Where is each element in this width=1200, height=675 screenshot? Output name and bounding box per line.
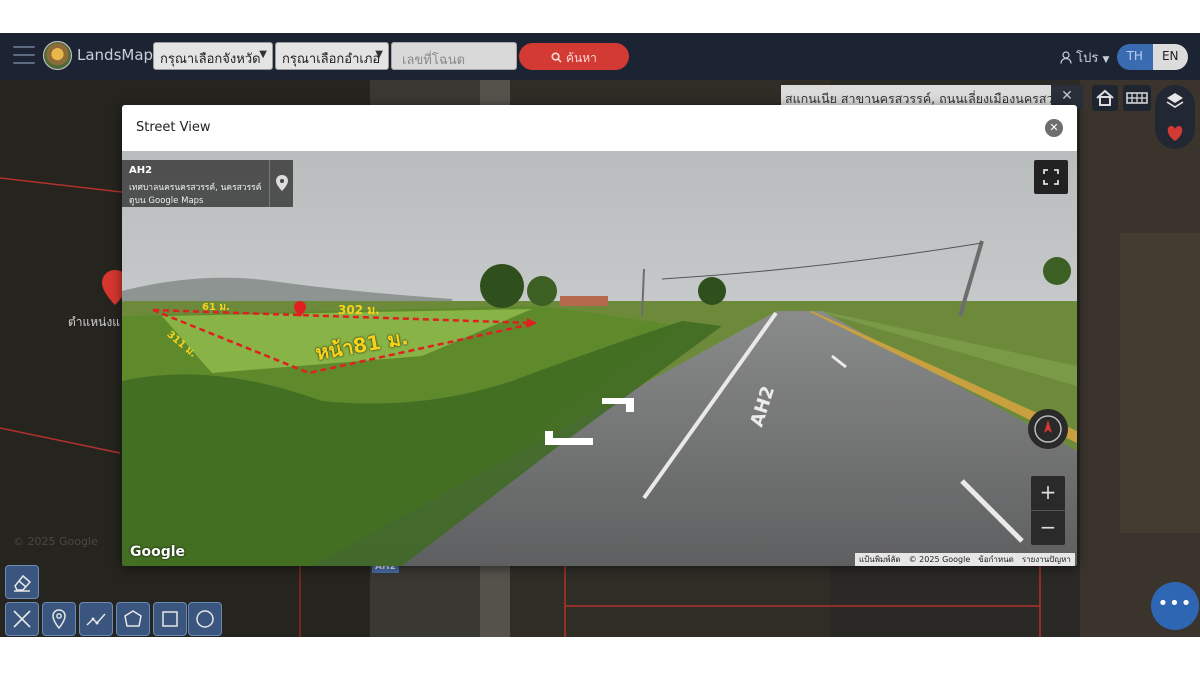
- location-pin-icon: [52, 609, 66, 630]
- eraser-tool-button[interactable]: [5, 565, 39, 599]
- landsmaps-app: ตำแหน่งแ AH2 © 2025 Google LandsMaps กรุ…: [0, 33, 1200, 637]
- terms-link[interactable]: ข้อกำหนด: [974, 553, 1018, 566]
- modal-close-button[interactable]: ✕: [1045, 119, 1063, 137]
- compass-icon: [1034, 415, 1062, 443]
- right-map-panel: [1155, 85, 1195, 149]
- layers-icon[interactable]: [1155, 87, 1195, 117]
- district-select[interactable]: กรุณาเลือกอำเภอ ▼: [275, 42, 389, 70]
- modal-title: Street View: [136, 120, 211, 135]
- measure-tool-button[interactable]: [5, 602, 39, 636]
- info-place-name: เทศบาลนครนครสวรรค์, นครสวรรค์: [129, 183, 262, 193]
- fullscreen-icon: [1043, 169, 1059, 185]
- keyboard-shortcuts-link[interactable]: แป้นพิมพ์ลัด: [855, 553, 905, 566]
- search-button-label: ค้นหา: [565, 51, 597, 65]
- language-toggle: TH EN: [1117, 44, 1188, 70]
- close-icon: ✕: [1049, 121, 1059, 134]
- zoom-in-button[interactable]: +: [1031, 476, 1065, 510]
- home-icon: [1096, 89, 1114, 106]
- rectangle-tool-button[interactable]: [153, 602, 187, 636]
- search-button[interactable]: ค้นหา: [519, 43, 629, 70]
- user-icon: [1060, 51, 1072, 64]
- copyright-text: © 2025 Google: [908, 555, 971, 564]
- grid-icon: [1126, 92, 1148, 104]
- eraser-icon: [14, 574, 32, 592]
- grid-button[interactable]: [1123, 85, 1151, 111]
- circle-tool-button[interactable]: [188, 602, 222, 636]
- map-faint-copyright: © 2025 Google: [13, 535, 98, 548]
- compass-button[interactable]: [1028, 409, 1068, 449]
- rectangle-icon: [162, 611, 178, 627]
- deed-number-input[interactable]: เลขที่โฉนด: [391, 42, 517, 70]
- search-icon: [551, 52, 562, 63]
- location-pin-icon: [276, 175, 288, 191]
- province-select-value: กรุณาเลือกจังหวัด: [160, 52, 261, 67]
- chevron-down-icon: ▼: [259, 49, 267, 60]
- polygon-tool-button[interactable]: [116, 602, 150, 636]
- circle-icon: [196, 610, 214, 628]
- attribution-bar: แป้นพิมพ์ลัด © 2025 Google ข้อกำหนด รายง…: [855, 553, 1075, 566]
- street-view-panorama[interactable]: หน้า81 ม. 61 ม. 302 ม. 311 ม. AH2 AH2 เท…: [122, 151, 1077, 566]
- zoom-controls: + −: [1031, 476, 1065, 545]
- overlay-top-left-length: 61 ม.: [202, 302, 230, 313]
- home-button[interactable]: [1092, 85, 1118, 111]
- polyline-tool-button[interactable]: [79, 602, 113, 636]
- brand-name: LandsMaps: [77, 46, 161, 64]
- more-options-button[interactable]: •••: [1151, 582, 1199, 630]
- ruler-pencil-icon: [13, 610, 31, 628]
- google-maps-link[interactable]: ดูบน Google Maps: [129, 193, 203, 207]
- user-menu[interactable]: โปร ▼: [1060, 47, 1109, 68]
- menu-icon[interactable]: [13, 46, 35, 66]
- street-view-modal: Street View ✕ หน้า81 ม. 61 ม. 302 ม. 311…: [122, 105, 1077, 566]
- chevron-down-icon: ▼: [375, 49, 383, 60]
- google-logo: Google: [130, 544, 186, 560]
- polygon-icon: [124, 610, 142, 627]
- lang-en-button[interactable]: EN: [1152, 44, 1188, 70]
- street-view-image[interactable]: [122, 151, 1077, 566]
- top-navbar: LandsMaps กรุณาเลือกจังหวัด ▼ กรุณาเลือก…: [0, 33, 1200, 80]
- street-view-info-box: AH2 เทศบาลนครนครสวรรค์, นครสวรรค์ ดูบน G…: [122, 160, 293, 207]
- map-location-label: ตำแหน่งแ: [68, 315, 120, 329]
- report-problem-link[interactable]: รายงานปัญหา: [1018, 553, 1075, 566]
- province-select[interactable]: กรุณาเลือกจังหวัด ▼: [153, 42, 273, 70]
- info-pin-button[interactable]: [269, 160, 293, 207]
- heart-icon[interactable]: [1155, 117, 1195, 147]
- polyline-icon: [86, 613, 106, 626]
- user-name: โปร: [1076, 51, 1099, 66]
- pin-tool-button[interactable]: [42, 602, 76, 636]
- more-dots-icon: •••: [1157, 593, 1193, 614]
- info-road-name: AH2: [129, 165, 153, 176]
- close-icon: ✕: [1061, 88, 1073, 104]
- overlay-top-right-length: 302 ม.: [338, 303, 380, 317]
- fullscreen-button[interactable]: [1034, 160, 1068, 194]
- district-select-value: กรุณาเลือกอำเภอ: [282, 52, 381, 67]
- landsmaps-logo[interactable]: [43, 41, 72, 70]
- chevron-down-icon: ▼: [1102, 55, 1110, 65]
- lang-th-button[interactable]: TH: [1117, 44, 1153, 70]
- zoom-out-button[interactable]: −: [1031, 511, 1065, 545]
